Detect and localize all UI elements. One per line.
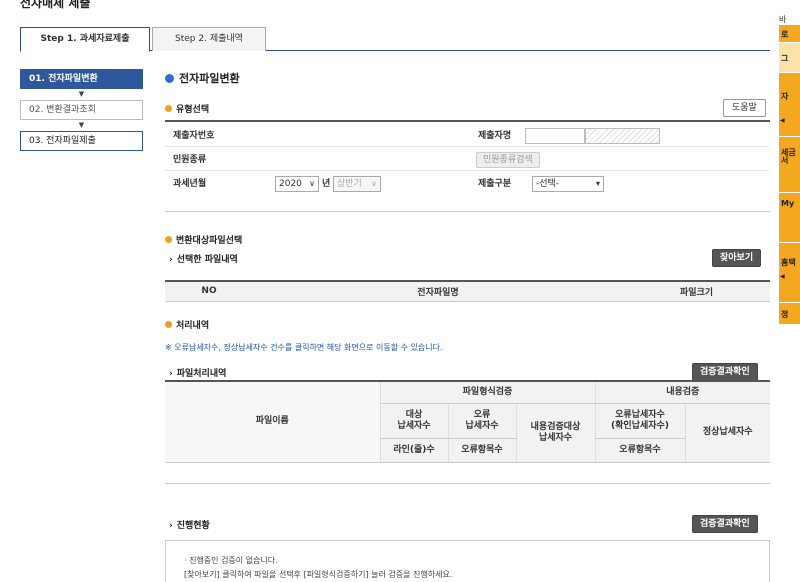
col-error-items-2: 오류항목수 [594,438,685,463]
col-lines: 라인(줄)수 [379,438,448,463]
verify-result-button[interactable]: 검증결과확인 [692,363,758,381]
tab-step2[interactable]: Step 2. 제출내역 [152,27,266,51]
quick-item-3[interactable]: 자 ◀ [779,73,800,137]
file-process-title: › 파일처리내역 [169,369,227,379]
step-convert-result[interactable]: 02. 변환결과조회 [20,100,143,120]
col-normal-taxpayers: 정상납세자수 [684,403,770,463]
caret-left-icon: ◀ [780,273,785,280]
file-select-title: 변환대상파일선택 [165,233,242,246]
col-content-check: 내용검증 [594,381,770,404]
help-button[interactable]: 도움말 [723,99,766,117]
step-file-submit[interactable]: 03. 전자파일제출 [20,131,143,151]
col-file-size: 파일크기 [623,281,770,302]
quick-item-1[interactable]: 로 [779,25,800,43]
progress-status-box: · 진행중인 검증이 없습니다. [찾아보기] 클릭하여 파일을 선택후 [파일… [165,540,770,582]
year-suffix: 년 [322,179,331,189]
quick-item-6[interactable]: 홈택 ◀ [779,243,800,303]
col-content-target: 내용검증대상 납세자수 [515,403,595,463]
col-target-taxpayers: 대상 납세자수 [379,403,448,439]
status-line-2: [찾아보기] 클릭하여 파일을 선택후 [파일형식검증하기] 눌러 검증을 진행… [184,570,453,579]
complaint-type-label: 민원종류 [173,155,207,165]
submitter-no-label: 제출자번호 [173,131,215,141]
progress-title: › 진행현황 [169,521,210,531]
quick-item-5[interactable]: My [779,193,800,243]
col-file-name: 파일이름 [165,381,380,463]
bullet-icon [165,321,172,328]
quick-menu-panel: 바 로 그 자 ◀ 세금 서 My 홈택 ◀ 정 [779,15,800,327]
chevron-down-icon: ∨ [309,179,315,188]
half-select[interactable]: 상반기 ∨ [333,176,381,192]
caret-right-icon: › [169,369,173,379]
bullet-icon [165,74,174,83]
caret-left-icon: ◀ [780,117,785,124]
down-arrow-icon: ▼ [78,121,85,129]
col-error-items: 오류항목수 [447,438,516,463]
bullet-icon [165,236,172,243]
quick-item-4[interactable]: 세금 서 [779,137,800,193]
empty-row [165,462,770,483]
caret-right-icon: › [169,255,173,265]
quick-item-7[interactable]: 정 [779,303,800,325]
step-file-convert[interactable]: 01. 전자파일변환 [20,69,143,89]
type-select-title: 유형선택 [165,102,209,115]
quick-item-2[interactable]: 그 [779,43,800,73]
complaint-search-button[interactable]: 민원종류검색 [476,152,540,168]
col-file-name: 전자파일명 [253,281,623,302]
caret-right-icon: › [169,521,173,531]
chevron-down-icon: ▾ [595,179,600,188]
selected-files-title: › 선택한 파일내역 [169,255,238,265]
chevron-down-icon: ∨ [371,179,377,188]
year-select[interactable]: 2020 ∨ [275,176,319,192]
step-tabs: Step 1. 과세자료제출 Step 2. 제출내역 [20,27,770,52]
submit-type-select[interactable]: -선택- ▾ [532,176,604,192]
tab-step1[interactable]: Step 1. 과세자료제출 [20,27,150,52]
step-sidebar: 01. 전자파일변환 ▼ 02. 변환결과조회 ▼ 03. 전자파일제출 [20,69,143,151]
section-title: 전자파일변환 [165,70,240,86]
progress-verify-button[interactable]: 검증결과확인 [692,515,758,533]
selected-files-table: NO 전자파일명 파일크기 [165,280,770,302]
submitter-name-field-ext [585,128,660,144]
file-process-table: 파일이름 파일형식검증 내용검증 대상 납세자수 오류 납세자수 내용검증대상 … [165,380,770,484]
notice-text: ※ 오류납세자수, 정상납세자수 건수를 클릭하면 해당 화면으로 이동할 수 … [165,343,443,352]
page-title: 전자매체 제출 [20,0,91,10]
submitter-name-label: 제출자명 [478,131,512,141]
tax-year-label: 과세년월 [173,179,207,189]
submitter-name-field[interactable] [525,128,585,144]
col-format-check: 파일형식검증 [379,381,595,404]
browse-button[interactable]: 찾아보기 [712,249,762,267]
col-error-confirmed: 오류납세자수 (확인납세자수) [594,403,685,439]
col-no: NO [165,281,253,302]
quick-menu-header: 바 [779,15,787,24]
type-form: 제출자번호 제출자명 민원종류 민원종류검색 과세년월 2020 ∨ 년 상반기 ∨… [165,120,770,212]
status-line-1: · 진행중인 검증이 없습니다. [184,556,278,565]
down-arrow-icon: ▼ [78,90,85,98]
process-title: 처리내역 [165,318,209,331]
submit-type-label: 제출구분 [478,179,512,189]
bullet-icon [165,105,172,112]
col-error-taxpayers: 오류 납세자수 [447,403,516,439]
